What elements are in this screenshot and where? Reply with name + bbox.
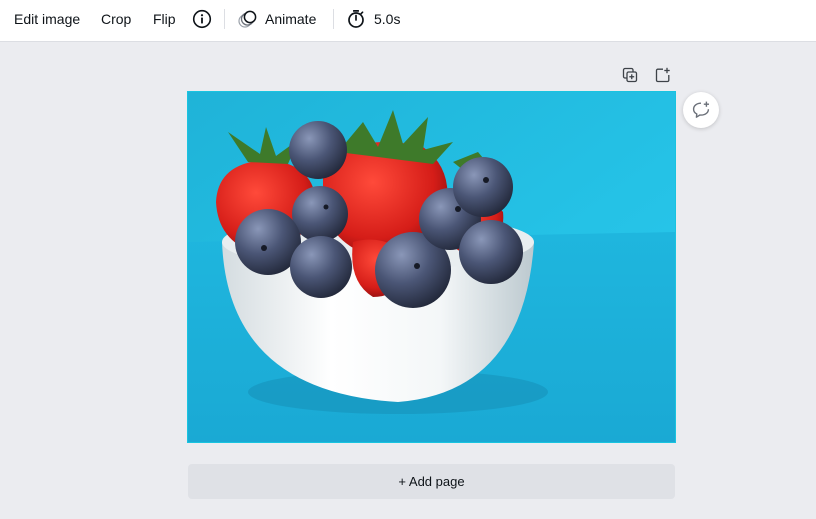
- info-button[interactable]: [192, 0, 212, 37]
- fruit-bowl-photo: [188, 92, 675, 442]
- duplicate-page-button[interactable]: [621, 66, 639, 84]
- flip-label: Flip: [153, 10, 176, 27]
- stopwatch-icon: [347, 9, 365, 29]
- duplicate-page-icon: [622, 67, 638, 83]
- add-page-label: + Add page: [398, 474, 465, 489]
- flip-button[interactable]: Flip: [153, 0, 176, 37]
- toolbar-divider: [224, 9, 225, 29]
- add-new-page-button[interactable]: [654, 66, 672, 84]
- add-comment-button[interactable]: [683, 92, 719, 128]
- add-comment-icon: [691, 100, 711, 120]
- crop-label: Crop: [101, 10, 132, 27]
- edit-image-button[interactable]: Edit image: [14, 0, 80, 37]
- toolbar-divider: [333, 9, 334, 29]
- duration-label: 5.0s: [374, 10, 401, 27]
- toolbar: Edit image Crop Flip Animate 5.0s: [0, 0, 816, 42]
- animate-icon: [237, 9, 257, 29]
- add-page-icon: [655, 67, 671, 83]
- design-canvas[interactable]: [187, 91, 676, 443]
- add-page-button[interactable]: + Add page: [188, 464, 675, 499]
- animate-label: Animate: [265, 10, 317, 27]
- info-icon: [192, 9, 212, 29]
- animate-button[interactable]: Animate: [237, 0, 316, 37]
- crop-button[interactable]: Crop: [101, 0, 131, 37]
- edit-image-label: Edit image: [14, 10, 81, 27]
- page-duration-button[interactable]: 5.0s: [347, 0, 400, 37]
